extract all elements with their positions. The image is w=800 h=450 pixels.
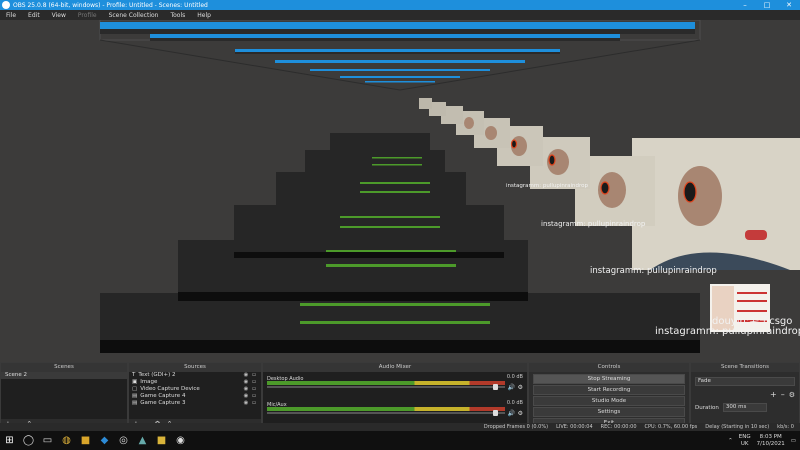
window-title: OBS 25.0.8 (64-bit, windows) - Profile: … [13, 1, 208, 9]
remove-transition-icon[interactable]: – [781, 390, 785, 399]
menu-help[interactable]: Help [191, 12, 217, 19]
source-item[interactable]: ▣ Image ◉ ▫ [129, 379, 261, 386]
obs-logo-icon [2, 1, 10, 9]
audio-mixer-dock: Audio Mixer Desktop Audio 0.0 dB 🔊 ⚙ Mic… [262, 362, 528, 430]
studio-mode-button[interactable]: Studio Mode [533, 396, 685, 406]
visibility-eye-icon[interactable]: ◉ [242, 379, 250, 386]
visibility-eye-icon[interactable]: ◉ [242, 393, 250, 400]
windows-taskbar: ⊞ ◯ ▭ ◍ ■ ◆ ◎ ▲ ■ ◉ ⌃ ENG UK 8:03 PM 7/10/… [0, 431, 800, 450]
notifications-icon[interactable]: ▭ [791, 438, 796, 444]
start-recording-button[interactable]: Start Recording [533, 385, 685, 395]
mixer-gear-icon[interactable]: ⚙ [518, 410, 523, 417]
overlay-instagram-label-2: instagramm: pullupinraindrop [590, 266, 717, 276]
transition-type-select[interactable]: Fade [695, 377, 795, 386]
rec-status: REC: 00:00:00 [600, 424, 637, 430]
cpu-status: CPU: 0.7%, 60.00 fps [644, 424, 698, 430]
source-item[interactable]: T Text (GDI+) 2 ◉ ▫ [129, 372, 261, 379]
mixer-dock-title: Audio Mixer [263, 363, 527, 372]
menu-view[interactable]: View [46, 12, 72, 19]
volume-slider-knob[interactable] [493, 410, 498, 416]
lock-icon[interactable]: ▫ [250, 386, 258, 393]
menu-tools[interactable]: Tools [164, 12, 191, 19]
add-transition-icon[interactable]: + [770, 390, 777, 399]
app-icon-4[interactable]: ■ [152, 431, 171, 450]
app-icon-1[interactable]: ■ [76, 431, 95, 450]
menu-profile[interactable]: Profile [72, 12, 103, 19]
lock-icon[interactable]: ▫ [250, 400, 258, 407]
transition-gear-icon[interactable]: ⚙ [789, 391, 795, 399]
lock-icon[interactable]: ▫ [250, 393, 258, 400]
overlay-instagram-label-3: instagramm: pullupinraindrop [541, 220, 646, 228]
app-icon-2[interactable]: ◆ [95, 431, 114, 450]
sources-list[interactable]: T Text (GDI+) 2 ◉ ▫ ▣ Image ◉ ▫ ▢ Video … [129, 372, 261, 419]
source-item[interactable]: ▤ Game Capture 4 ◉ ▫ [129, 393, 261, 400]
mixer-channel-desktop: Desktop Audio 0.0 dB 🔊 ⚙ [267, 374, 523, 391]
scenes-dock-title: Scenes [1, 363, 127, 372]
scene-item[interactable]: Scene 2 [1, 372, 127, 379]
menu-file[interactable]: File [0, 12, 22, 19]
tray-chevron-icon[interactable]: ⌃ [728, 438, 733, 444]
task-view-icon[interactable]: ▭ [38, 431, 57, 450]
obs-taskbar-icon[interactable]: ◉ [171, 431, 190, 450]
stop-streaming-button[interactable]: Stop Streaming [533, 374, 685, 384]
language-indicator[interactable]: ENG UK [739, 434, 751, 447]
controls-dock: Controls Stop Streaming Start Recording … [528, 362, 690, 430]
duration-label: Duration [695, 404, 719, 411]
source-item[interactable]: ▤ Game Capture 3 ◉ ▫ [129, 400, 261, 407]
scenes-dock: Scenes Scene 2 + – ⌃ ⌄ [0, 362, 128, 430]
overlay-douyin-label: douyin:毛子csgo [712, 316, 793, 327]
clock[interactable]: 8:03 PM 7/10/2021 [757, 434, 785, 447]
maximize-icon[interactable]: □ [756, 0, 778, 10]
dock-area: Scenes Scene 2 + – ⌃ ⌄ Sources T Text (G… [0, 362, 800, 430]
minimize-icon[interactable]: – [734, 0, 756, 10]
settings-button[interactable]: Settings [533, 407, 685, 417]
lock-icon[interactable]: ▫ [250, 379, 258, 386]
visibility-eye-icon[interactable]: ◉ [242, 400, 250, 407]
recursive-preview-graphic [99, 20, 800, 353]
duration-input[interactable]: 300 ms [722, 403, 767, 412]
app-icon-3[interactable]: ▲ [133, 431, 152, 450]
mixer-gear-icon[interactable]: ⚙ [518, 384, 523, 391]
sources-dock-title: Sources [129, 363, 261, 372]
windows-start-icon[interactable]: ⊞ [0, 431, 19, 450]
volume-meter [267, 407, 505, 411]
lock-icon[interactable]: ▫ [250, 372, 258, 379]
status-bar: Dropped Frames 0 (0.0%) LIVE: 00:00:04 R… [0, 423, 800, 431]
window-titlebar[interactable]: OBS 25.0.8 (64-bit, windows) - Profile: … [0, 0, 800, 10]
delay-status: Delay (Starting in 10 sec) [705, 424, 770, 430]
mixer-channel-mic: Mic/Aux 0.0 dB 🔊 ⚙ [267, 400, 523, 417]
search-icon[interactable]: ◯ [19, 431, 38, 450]
close-icon[interactable]: ✕ [778, 0, 800, 10]
overlay-instagram-label: instagramm: pullupinraindrop [655, 326, 800, 337]
volume-slider-knob[interactable] [493, 384, 498, 390]
mixer-body: Desktop Audio 0.0 dB 🔊 ⚙ Mic/Aux 0.0 dB … [263, 372, 527, 429]
chrome-icon[interactable]: ◍ [57, 431, 76, 450]
menu-scene-collection[interactable]: Scene Collection [103, 12, 165, 19]
steam-icon[interactable]: ◎ [114, 431, 133, 450]
live-status: LIVE: 00:00:04 [556, 424, 593, 430]
speaker-icon[interactable]: 🔊 [508, 410, 515, 417]
sources-dock: Sources T Text (GDI+) 2 ◉ ▫ ▣ Image ◉ ▫ … [128, 362, 262, 430]
visibility-eye-icon[interactable]: ◉ [242, 386, 250, 393]
overlay-instagram-label-4: instagramm: pullupinraindrop [506, 183, 589, 189]
transitions-dock-title: Scene Transitions [691, 363, 799, 372]
menu-bar: File Edit View Profile Scene Collection … [0, 10, 800, 20]
visibility-eye-icon[interactable]: ◉ [242, 372, 250, 379]
dropped-frames-status: Dropped Frames 0 (0.0%) [483, 424, 549, 430]
kbps-status: kb/s: 0 [777, 424, 794, 430]
menu-edit[interactable]: Edit [22, 12, 46, 19]
scenes-list[interactable]: Scene 2 [1, 372, 127, 419]
controls-dock-title: Controls [529, 363, 689, 372]
transitions-dock: Scene Transitions Fade + – ⚙ Duration 30… [690, 362, 800, 430]
preview-canvas[interactable]: instagramm: pullupinraindrop douyin:毛子cs… [0, 20, 800, 362]
source-item[interactable]: ▢ Video Capture Device ◉ ▫ [129, 386, 261, 393]
volume-meter [267, 381, 505, 385]
speaker-icon[interactable]: 🔊 [508, 384, 515, 391]
